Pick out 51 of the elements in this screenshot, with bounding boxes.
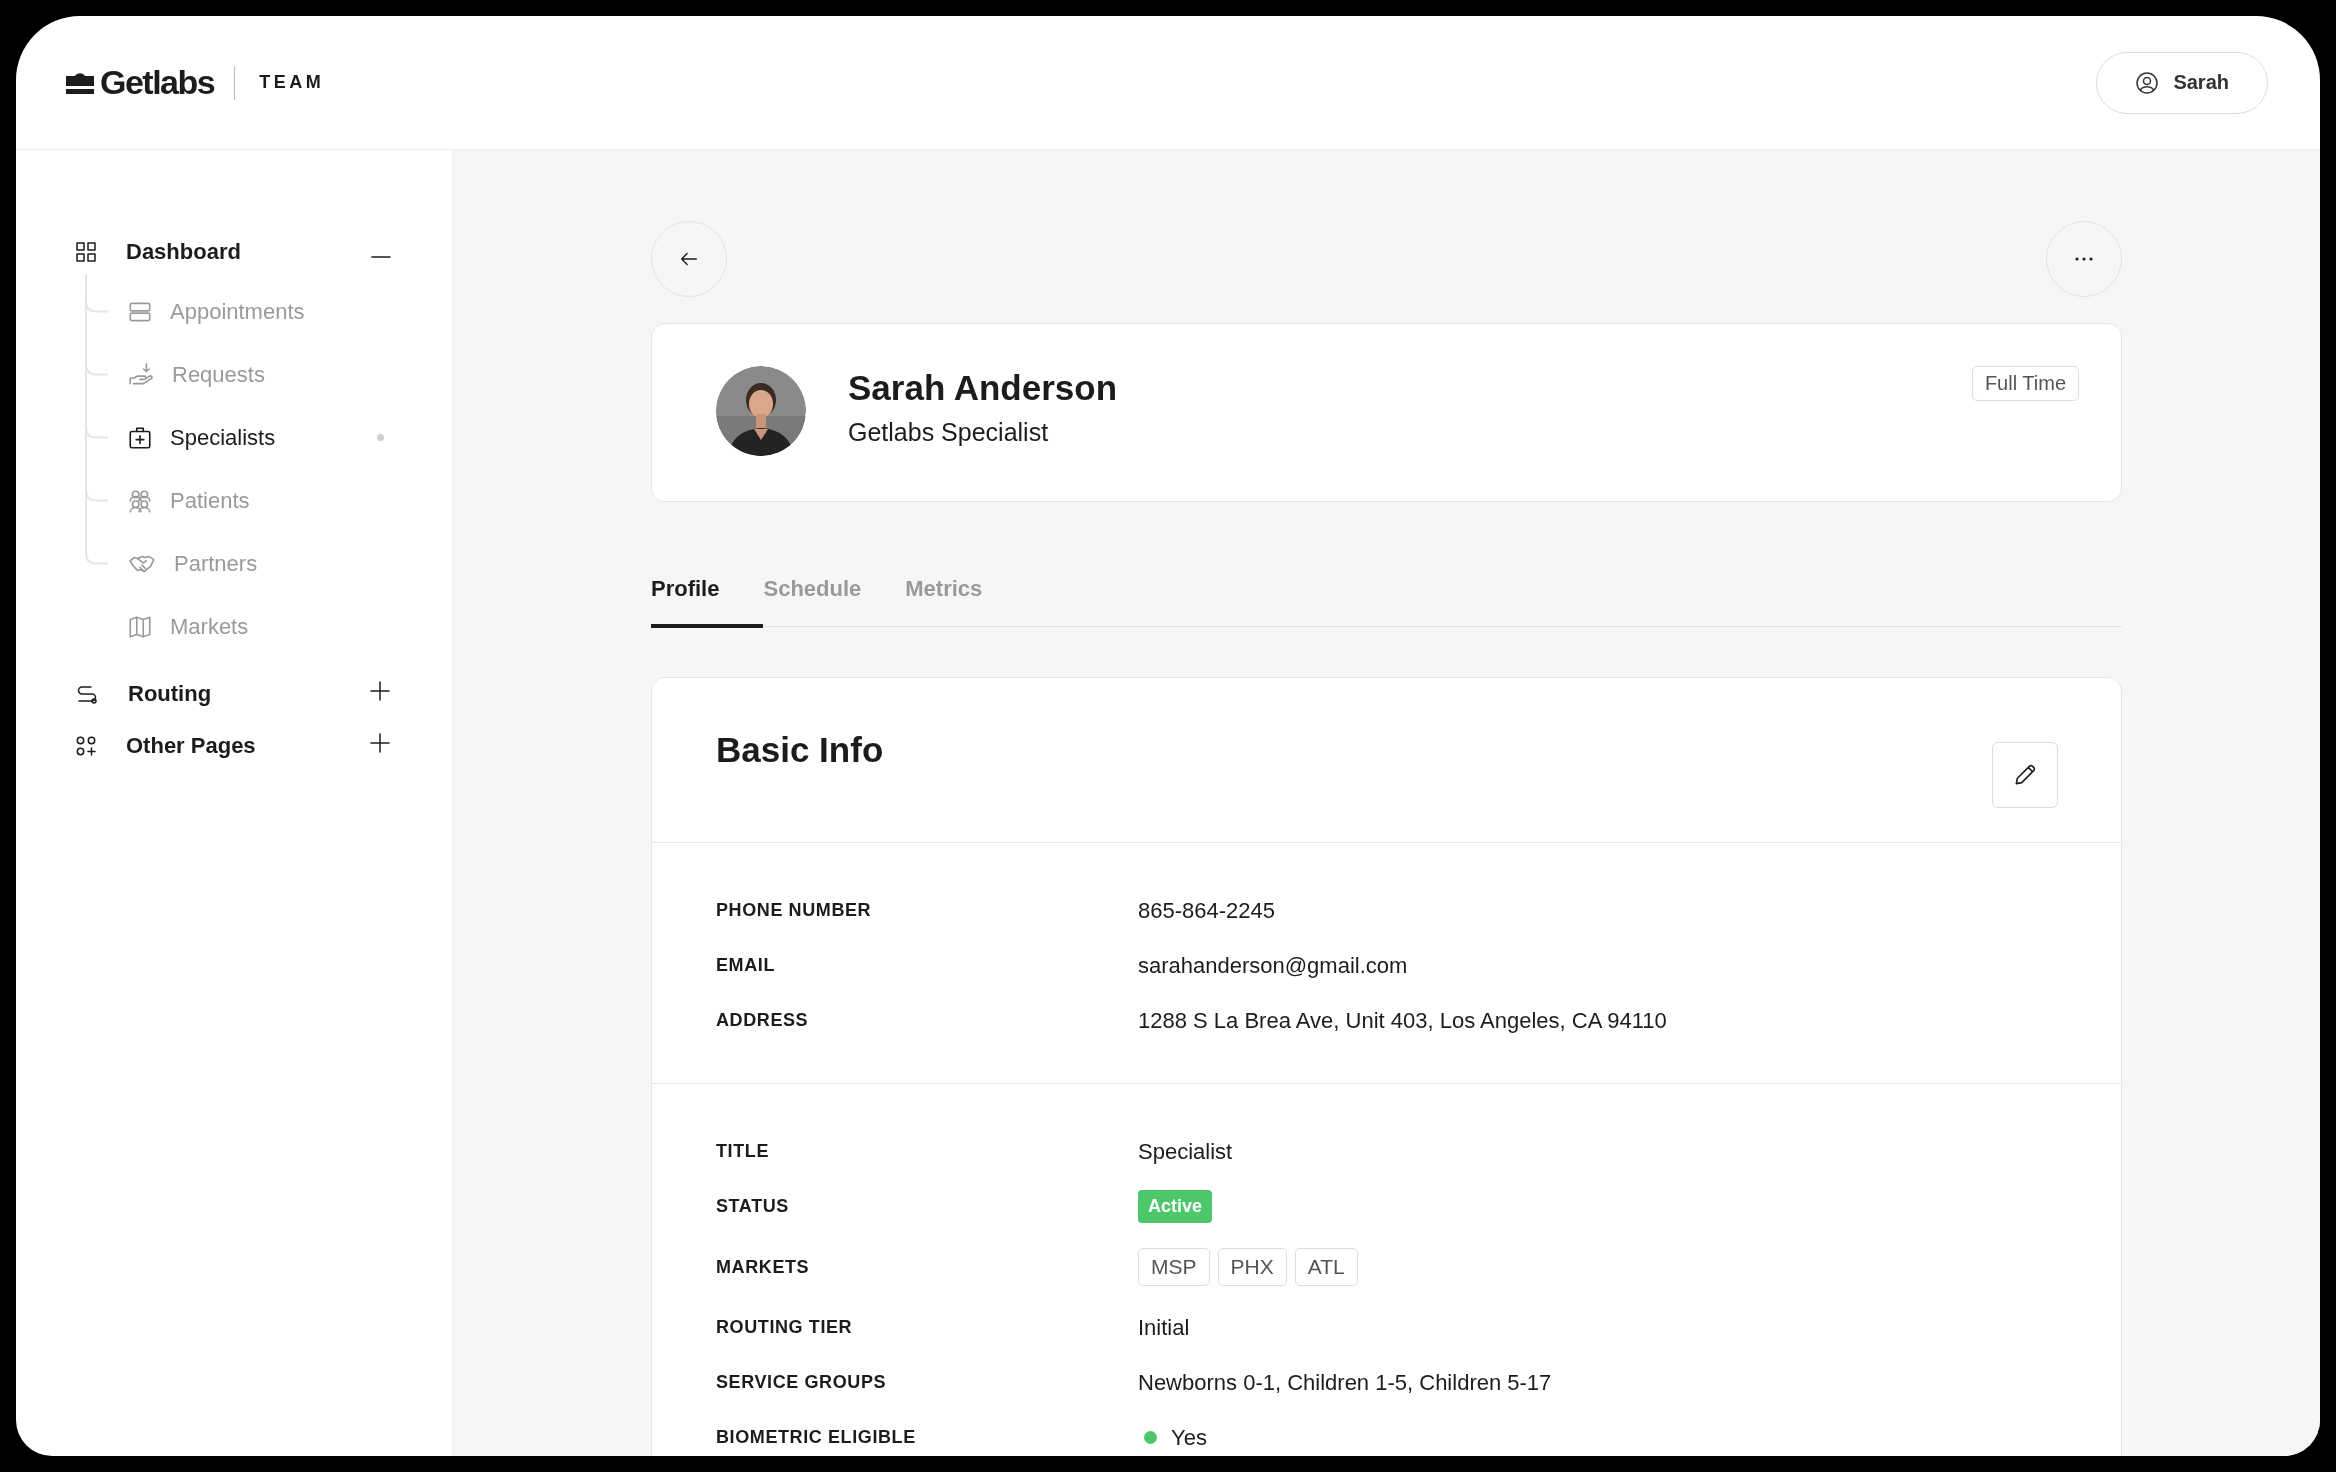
field-label: BIOMETRIC ELIGIBLE — [716, 1427, 917, 1448]
logo-mark-icon — [66, 71, 94, 94]
user-icon — [2135, 70, 2160, 95]
field-value: 865-864-2245 — [1138, 897, 1276, 924]
field-label: PHONE NUMBER — [716, 900, 873, 921]
employment-badge: Full Time — [1971, 366, 2079, 401]
field-value: Newborns 0-1, Children 1-5, Children 5-17 — [1138, 1369, 1553, 1396]
field-label: ROUTING TIER — [716, 1317, 854, 1338]
specialist-role: Getlabs Specialist — [848, 418, 1050, 447]
market-tag: PHX — [1217, 1248, 1287, 1286]
field-label: MARKETS — [716, 1256, 811, 1278]
market-tag: ATL — [1294, 1248, 1358, 1286]
product-name: TEAM — [259, 72, 325, 93]
specialist-name: Sarah Anderson — [848, 368, 1118, 408]
nav-subitem[interactable]: Markets — [74, 595, 392, 658]
expand-icon — [368, 679, 392, 703]
nav-item[interactable]: Routing — [74, 672, 392, 716]
brand-name: Getlabs — [100, 63, 215, 102]
field-label: SERVICE GROUPS — [716, 1372, 888, 1393]
section-title: Basic Info — [716, 730, 884, 770]
field-label: ADDRESS — [716, 1010, 810, 1031]
user-button[interactable]: Sarah — [2096, 51, 2268, 114]
medical-kit-icon — [126, 424, 154, 451]
field-value: 1288 S La Brea Ave, Unit 403, Los Angeles, CA 94110 — [1138, 1007, 1668, 1034]
tab[interactable]: Schedule — [763, 576, 906, 628]
grid-icon — [74, 240, 98, 264]
tab[interactable]: Metrics — [905, 576, 1027, 628]
map-icon — [126, 613, 154, 640]
collapse-icon — [370, 255, 392, 259]
expand-icon — [368, 731, 392, 755]
nav-subitem[interactable]: Partners — [74, 532, 392, 595]
field-value: Yes — [1171, 1424, 1207, 1451]
tab[interactable]: Profile — [651, 576, 764, 628]
nav-item[interactable]: Other Pages — [74, 724, 392, 768]
nav-subitem[interactable]: Specialists — [74, 406, 392, 469]
field-label: STATUS — [716, 1196, 790, 1217]
edit-button[interactable] — [1992, 742, 2058, 808]
field-value: Initial — [1138, 1314, 1191, 1341]
nav-subitem[interactable]: Requests — [74, 343, 392, 406]
status-badge: Active — [1138, 1190, 1213, 1223]
apps-icon — [74, 734, 98, 758]
selected-dot — [377, 434, 384, 441]
market-tag: MSP — [1138, 1248, 1210, 1286]
field-label: TITLE — [716, 1141, 770, 1162]
nav-subitem[interactable]: Appointments — [74, 280, 392, 343]
field-label: EMAIL — [716, 955, 776, 976]
nav-item[interactable]: Dashboard — [74, 230, 392, 274]
nav-subitem[interactable]: Patients — [74, 469, 392, 532]
field-value: Specialist — [1138, 1138, 1234, 1165]
more-icon — [2075, 257, 2093, 261]
field-value: sarahanderson@gmail.com — [1138, 952, 1409, 979]
